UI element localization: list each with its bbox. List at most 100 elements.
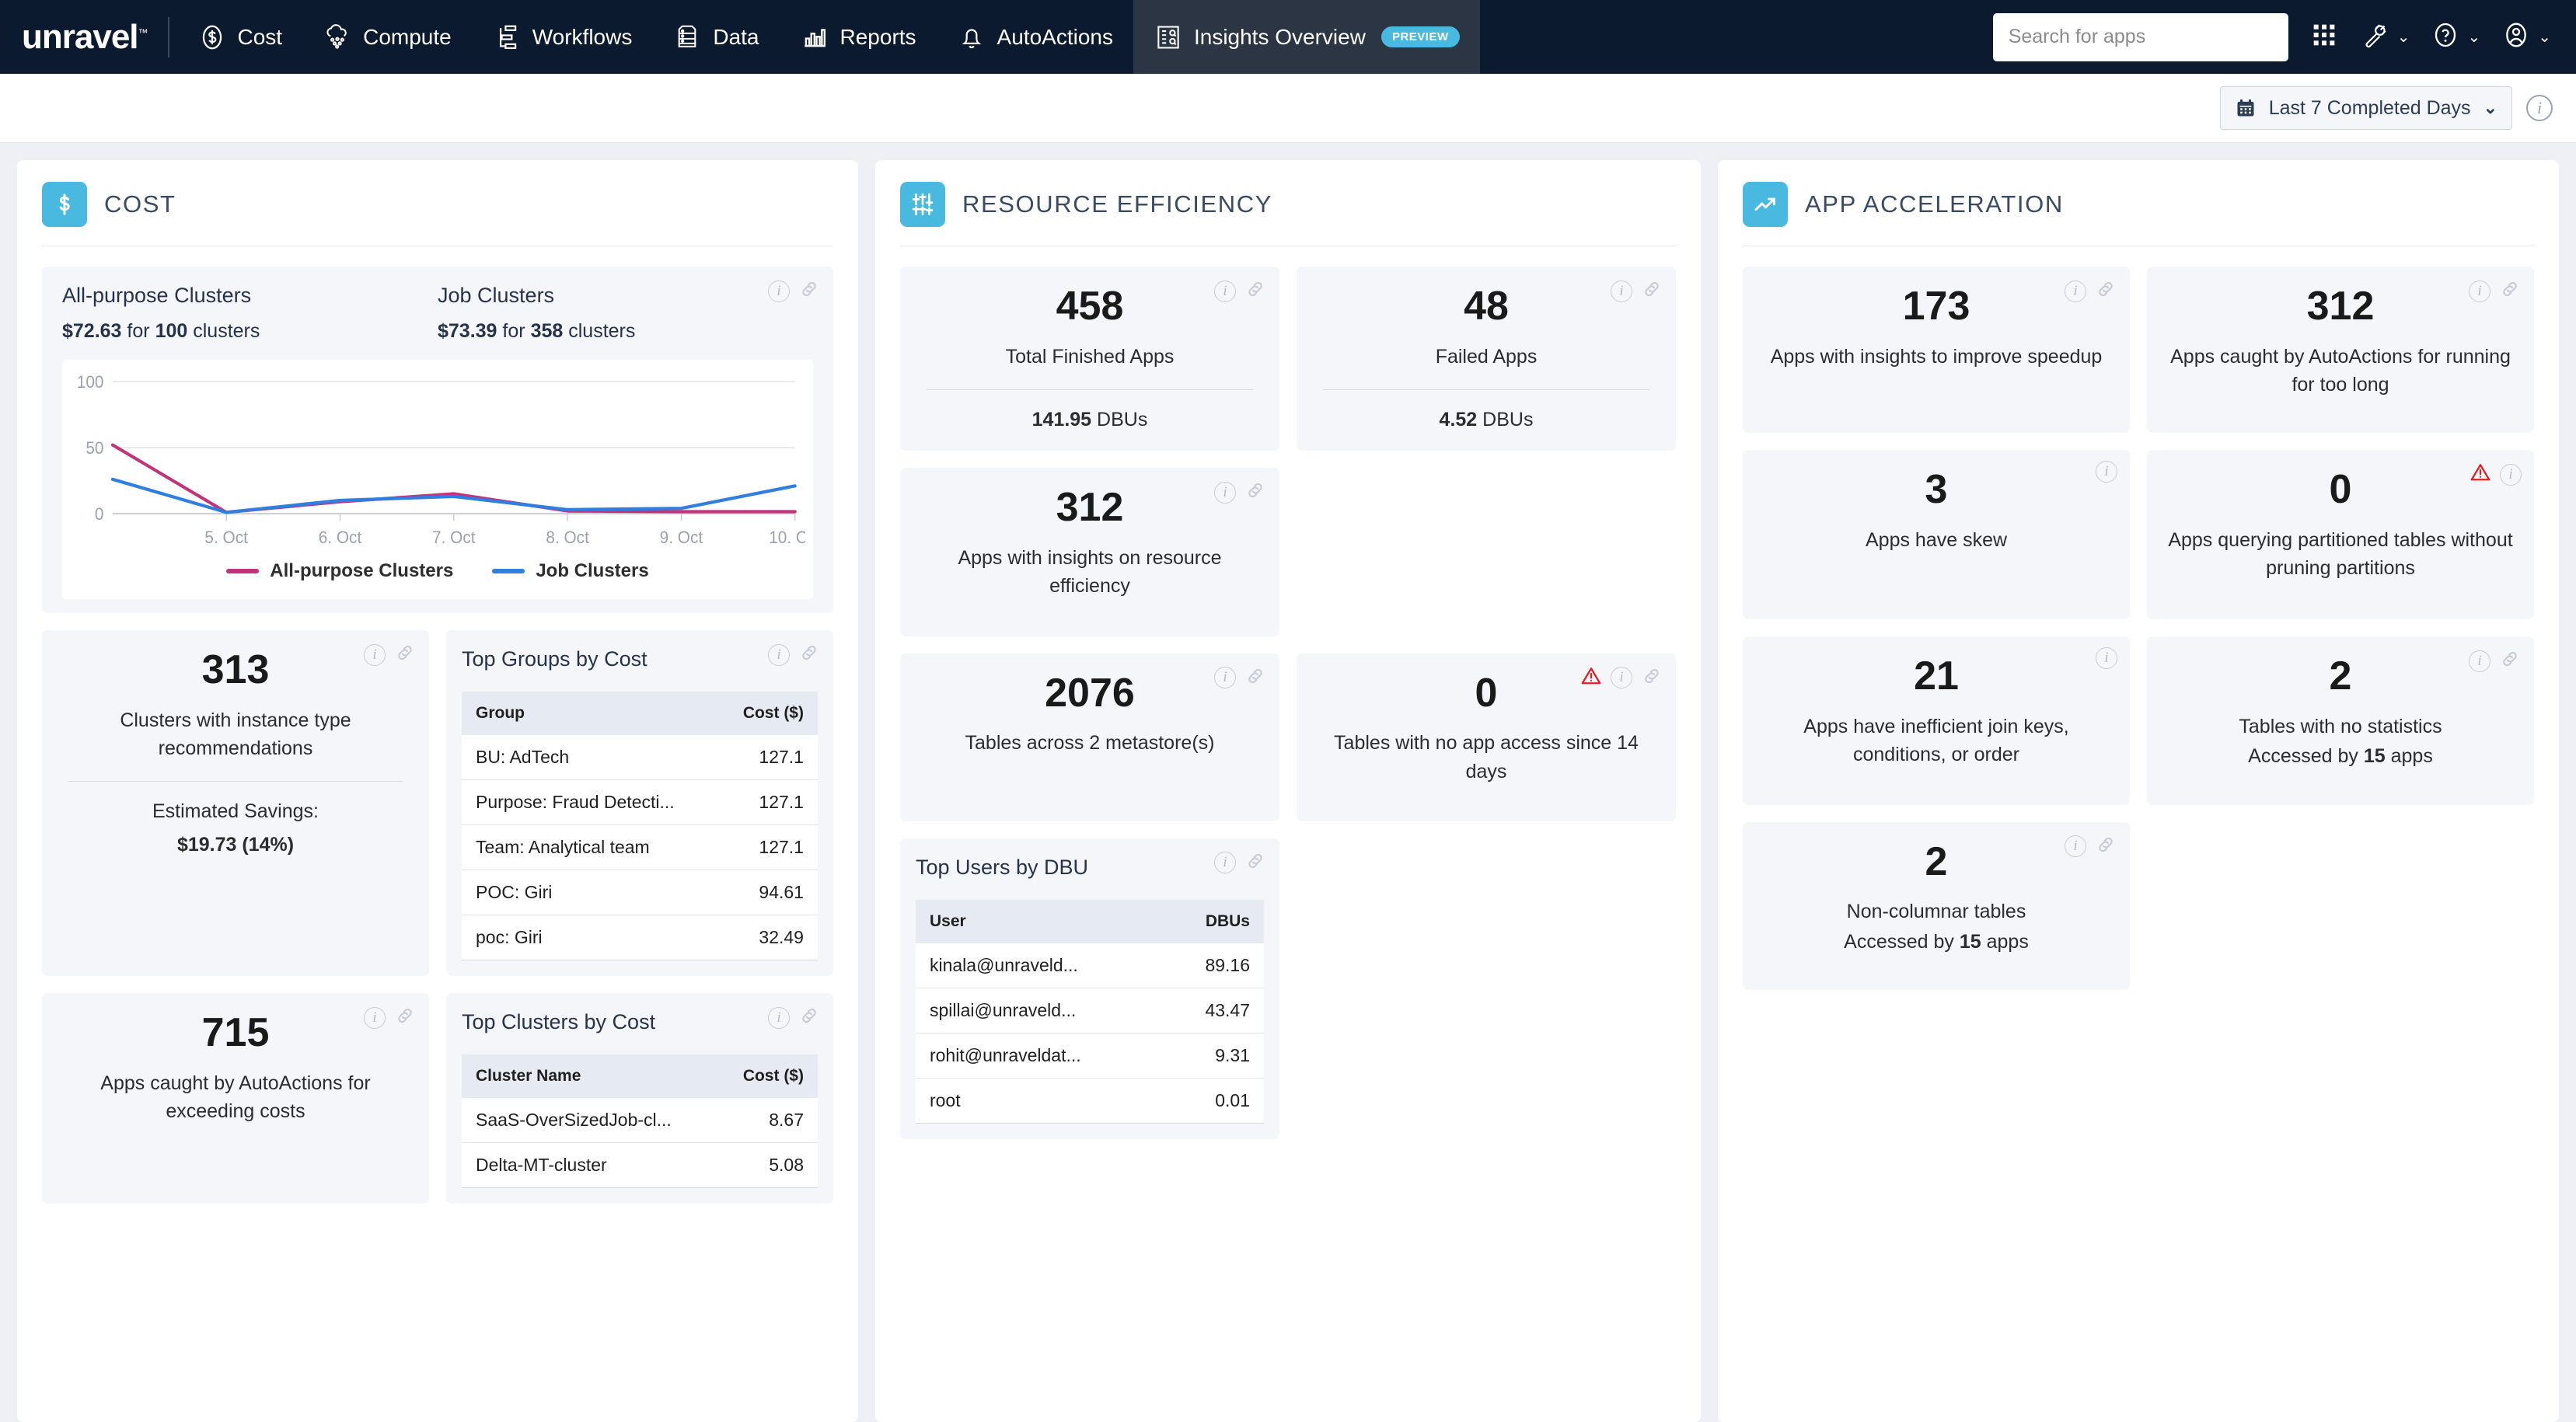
nav-item-data[interactable]: Data — [652, 0, 779, 74]
search-box[interactable] — [1992, 12, 2288, 61]
info-icon[interactable]: i — [363, 1006, 386, 1029]
link-icon[interactable] — [2094, 277, 2117, 305]
link-icon[interactable] — [798, 1004, 821, 1031]
clusters-instance-recommendations-card[interactable]: i 313 Clusters with instance type recomm… — [42, 630, 429, 976]
legend-item[interactable]: Job Clusters — [492, 560, 649, 582]
col-cluster-name: Cluster Name — [461, 1054, 717, 1098]
app-acceleration-section-header: APP ACCELERATION — [1743, 182, 2534, 246]
link-icon[interactable] — [1244, 849, 1267, 877]
info-icon[interactable]: i — [1214, 280, 1236, 302]
table-row[interactable]: root 0.01 — [915, 1078, 1264, 1124]
link-icon[interactable] — [393, 1004, 417, 1031]
table-row[interactable]: Team: Analytical team 127.1 — [461, 824, 818, 870]
cell-value: 127.1 — [717, 824, 818, 870]
nav-item-autoactions[interactable]: AutoActions — [937, 0, 1133, 74]
info-icon[interactable]: i — [2096, 647, 2117, 670]
info-icon[interactable]: i — [363, 643, 386, 666]
apps-autoactions-too-long-card[interactable]: i 312 Apps caught by AutoActions for run… — [2147, 267, 2534, 434]
chevron-down-icon[interactable]: ⌄ — [2484, 98, 2497, 118]
table-row[interactable]: SaaS-OverSizedJob-cl... 8.67 — [461, 1098, 818, 1143]
nav-label: Insights Overview — [1193, 24, 1366, 49]
top-users-by-dbu-card: i Top Users by DBU User DBUs kinala@unra — [899, 838, 1279, 1139]
card-tools: i — [1611, 277, 1663, 305]
info-icon[interactable]: i — [1214, 481, 1236, 504]
table-row[interactable]: spillai@unraveld... 43.47 — [915, 988, 1264, 1033]
info-icon[interactable]: i — [2469, 280, 2490, 302]
nav-item-workflows[interactable]: Workflows — [472, 0, 653, 74]
info-icon[interactable]: i — [767, 280, 790, 302]
legend-item[interactable]: All-purpose Clusters — [226, 560, 453, 582]
link-icon[interactable] — [393, 641, 417, 668]
table-row[interactable]: BU: AdTech 127.1 — [461, 735, 818, 780]
table-row[interactable]: POC: Giri 94.61 — [461, 870, 818, 915]
info-icon[interactable]: i — [2526, 95, 2553, 121]
info-icon[interactable]: i — [1214, 667, 1236, 689]
search-input[interactable] — [2008, 26, 2273, 48]
tables-no-statistics-card[interactable]: i 2 Tables with no statistics Accessed b… — [2147, 636, 2534, 805]
table-row[interactable]: Purpose: Fraud Detecti... 127.1 — [461, 779, 818, 825]
nav-item-reports[interactable]: Reports — [780, 0, 937, 74]
brand-logo[interactable]: unravel™ — [0, 19, 168, 54]
sliders-icon — [899, 182, 945, 227]
card-tools: i — [1214, 849, 1267, 877]
user-account-button[interactable]: ⌄ — [2501, 19, 2551, 54]
card-tools: i — [1214, 664, 1267, 692]
apps-insights-resource-efficiency-card[interactable]: i 312 Apps with insights on resource eff… — [899, 468, 1279, 636]
apps-have-skew-card[interactable]: i 3 Apps have skew — [1743, 450, 2130, 620]
link-icon[interactable] — [1244, 277, 1267, 305]
nav-item-insights-overview[interactable]: Insights Overview PREVIEW — [1133, 0, 1480, 74]
kpi-sublabel: Accessed by 15 apps — [2162, 742, 2518, 770]
info-icon[interactable]: i — [2469, 650, 2490, 672]
help-button[interactable]: ⌄ — [2430, 19, 2480, 54]
link-icon[interactable] — [798, 641, 821, 668]
table-row[interactable]: poc: Giri 32.49 — [461, 915, 818, 960]
table-row[interactable]: rohit@unraveldat... 9.31 — [915, 1033, 1264, 1079]
info-icon[interactable]: i — [767, 643, 790, 666]
failed-apps-card[interactable]: i 48 Failed Apps 4.52 DBUs — [1297, 267, 1677, 451]
warning-icon[interactable] — [1579, 664, 1603, 692]
apps-inefficient-join-keys-card[interactable]: i 21 Apps have inefficient join keys, co… — [1743, 636, 2130, 805]
link-icon[interactable] — [2498, 277, 2522, 305]
info-icon[interactable]: i — [2065, 280, 2086, 302]
re-row-1: i 458 Total Finished Apps 141.95 DBUs i … — [899, 267, 1677, 451]
link-icon[interactable] — [798, 277, 821, 305]
aa-row-3: i 21 Apps have inefficient join keys, co… — [1743, 636, 2534, 805]
apps-autoactions-cost-card[interactable]: i 715 Apps caught by AutoActions for exc… — [42, 993, 429, 1204]
cell-value: 89.16 — [1163, 943, 1264, 988]
total-finished-apps-card[interactable]: i 458 Total Finished Apps 141.95 DBUs — [899, 267, 1279, 451]
col-group: Group — [461, 692, 718, 735]
info-icon[interactable]: i — [2065, 835, 2086, 858]
table-row[interactable]: kinala@unraveld... 89.16 — [915, 943, 1264, 988]
apps-grid-button[interactable] — [2309, 19, 2340, 54]
info-icon[interactable]: i — [2500, 463, 2522, 486]
warning-icon[interactable] — [2469, 461, 2492, 488]
link-icon[interactable] — [2498, 647, 2522, 674]
link-icon[interactable] — [2094, 833, 2117, 860]
info-icon[interactable]: i — [1611, 280, 1633, 302]
info-icon[interactable]: i — [2096, 461, 2117, 483]
apps-partitioned-tables-card[interactable]: i 0 Apps querying partitioned tables wit… — [2147, 450, 2534, 620]
nav-label: Cost — [237, 24, 283, 49]
table-row[interactable]: Delta-MT-cluster 5.08 — [461, 1142, 818, 1188]
apps-insights-speedup-card[interactable]: i 173 Apps with insights to improve spee… — [1743, 267, 2130, 434]
nav-item-compute[interactable]: Compute — [302, 0, 472, 74]
tables-across-metastores-card[interactable]: i 2076 Tables across 2 metastore(s) — [899, 653, 1279, 821]
kpi-value: 312 — [1056, 485, 1124, 531]
info-icon[interactable]: i — [1214, 852, 1236, 874]
table-body: SaaS-OverSizedJob-cl... 8.67 Delta-MT-clus… — [461, 1098, 818, 1188]
kpi-label: Apps have inefficient join keys, conditi… — [1803, 716, 2069, 766]
info-icon[interactable]: i — [767, 1006, 790, 1029]
tools-settings-button[interactable]: ⌄ — [2360, 19, 2410, 54]
link-icon[interactable] — [1244, 664, 1267, 692]
info-icon[interactable]: i — [1611, 667, 1633, 689]
nav-item-cost[interactable]: Cost — [177, 0, 303, 74]
link-icon[interactable] — [1244, 479, 1267, 506]
top-clusters-by-cost-card: i Top Clusters by Cost Cluster Name Cost… — [445, 993, 833, 1204]
empty-slot — [1297, 468, 1676, 636]
link-icon[interactable] — [1640, 664, 1663, 692]
svg-text:50: 50 — [86, 438, 103, 458]
tables-no-app-access-card[interactable]: i 0 Tables with no app access since 14 d… — [1297, 653, 1677, 821]
link-icon[interactable] — [1640, 277, 1663, 305]
date-range-picker[interactable]: Last 7 Completed Days ⌄ — [2219, 86, 2512, 130]
non-columnar-tables-card[interactable]: i 2 Non-columnar tables Accessed by 15 a… — [1743, 821, 2130, 990]
